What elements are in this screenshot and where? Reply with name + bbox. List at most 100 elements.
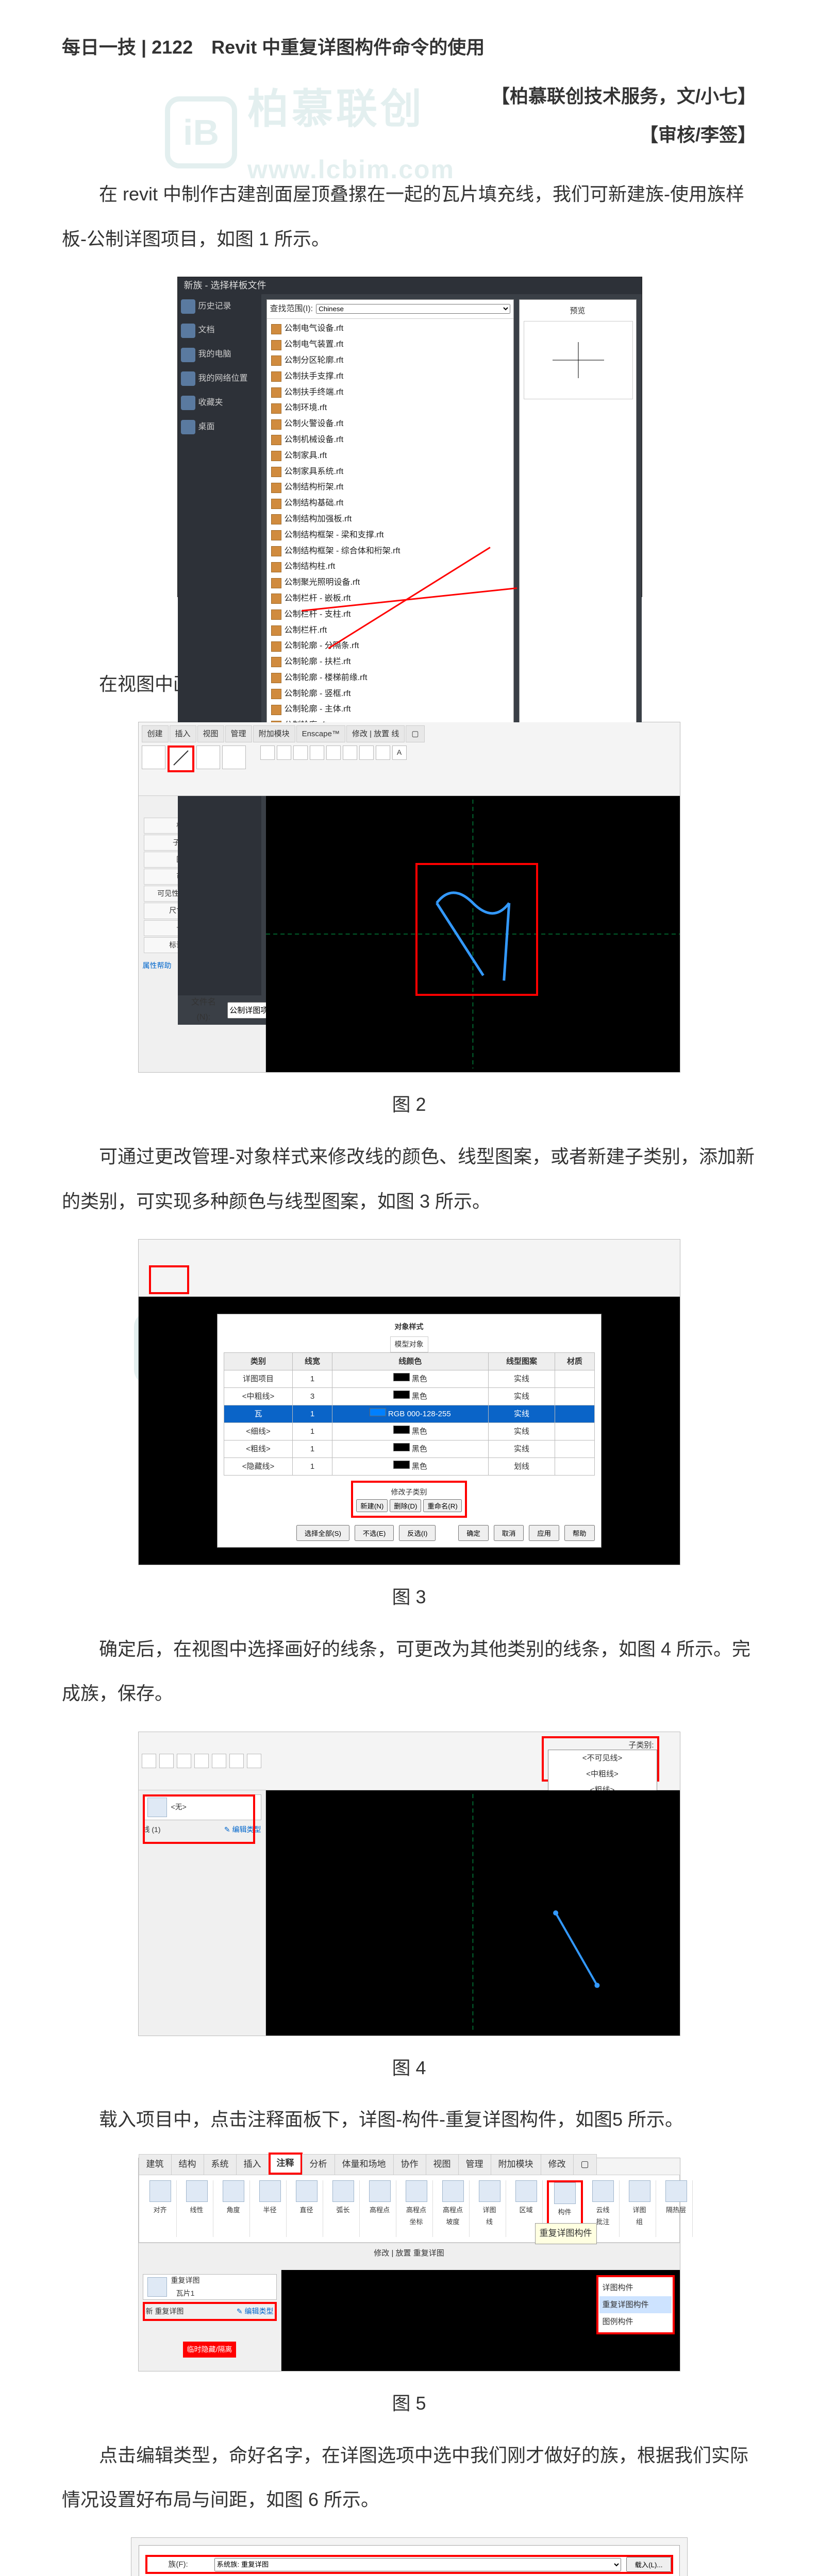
- file-row[interactable]: 公制结构柱.rft: [269, 559, 511, 575]
- ribbon-group[interactable]: 半径: [254, 2180, 287, 2237]
- ribbon-tab[interactable]: 修改 | 放置 线: [346, 725, 405, 742]
- help-button[interactable]: 帮助: [564, 1525, 595, 1541]
- ribbon-tab[interactable]: 创建: [142, 725, 169, 742]
- ribbon-tab[interactable]: 视图: [426, 2154, 459, 2175]
- line-tool-button[interactable]: [168, 745, 194, 772]
- component-menu-item[interactable]: 详图构件: [599, 2279, 672, 2296]
- ribbon-group[interactable]: 线性: [181, 2180, 213, 2237]
- file-row[interactable]: 公制结构基础.rft: [269, 496, 511, 512]
- table-row[interactable]: <细线>1 黑色实线: [224, 1423, 594, 1440]
- generic-tool-icon[interactable]: [222, 745, 246, 769]
- ribbon-tab[interactable]: 分析: [302, 2154, 335, 2175]
- file-row[interactable]: 公制结构框架 - 梁和支撑.rft: [269, 528, 511, 544]
- ribbon-group[interactable]: 高程点 坡度: [437, 2180, 470, 2237]
- file-row[interactable]: 公制结构桁架.rft: [269, 480, 511, 496]
- family-select[interactable]: 系统族: 重复详图: [214, 2558, 622, 2571]
- tool-icon[interactable]: [194, 1754, 209, 1768]
- draw-arc-icon[interactable]: [326, 745, 341, 760]
- ribbon-group[interactable]: 详图 线: [474, 2180, 506, 2237]
- tool-icon[interactable]: [177, 1754, 191, 1768]
- drawing-viewport[interactable]: 详图构件重复详图构件图例构件: [281, 2270, 680, 2371]
- component-menu-item[interactable]: 图例构件: [599, 2313, 672, 2330]
- table-row[interactable]: 详图项目1 黑色实线: [224, 1370, 594, 1388]
- rename-subcategory-button[interactable]: 重命名(R): [423, 1499, 462, 1512]
- places-nav-item[interactable]: 我的电脑: [181, 347, 258, 362]
- places-nav-item[interactable]: 桌面: [181, 420, 258, 435]
- invert-selection-button[interactable]: 反选(I): [399, 1525, 436, 1541]
- places-nav-item[interactable]: 我的网络位置: [181, 371, 258, 386]
- ribbon-tab[interactable]: 管理: [225, 725, 252, 742]
- draw-ellipse-icon[interactable]: [376, 745, 390, 760]
- lookin-select[interactable]: Chinese: [316, 304, 510, 314]
- subcategory-option[interactable]: <中粗线>: [548, 1766, 657, 1782]
- table-row[interactable]: 瓦1 RGB 000-128-255实线: [224, 1405, 594, 1423]
- ribbon-group[interactable]: 直径: [291, 2180, 323, 2237]
- file-row[interactable]: 公制电气装置.rft: [269, 337, 511, 353]
- tool-icon[interactable]: [229, 1754, 244, 1768]
- ribbon-group[interactable]: 弧长: [327, 2180, 360, 2237]
- file-row[interactable]: 公制电气设备.rft: [269, 321, 511, 337]
- ribbon-tab[interactable]: 协作: [393, 2154, 426, 2175]
- apply-button[interactable]: 应用: [529, 1525, 559, 1541]
- file-row[interactable]: 公制轮廓 - 楼梯前缘.rft: [269, 670, 511, 686]
- ribbon-group[interactable]: 隔热层: [660, 2180, 693, 2237]
- table-row[interactable]: <隐藏线>1 黑色划线: [224, 1458, 594, 1476]
- tool-icon[interactable]: [159, 1754, 174, 1768]
- tool-icon[interactable]: [142, 1754, 156, 1768]
- draw-line-icon[interactable]: [260, 745, 275, 760]
- file-row[interactable]: 公制家具.rft: [269, 448, 511, 464]
- file-row[interactable]: 公制轮廓 - 扶栏.rft: [269, 654, 511, 670]
- table-row[interactable]: <中粗线>3 黑色实线: [224, 1388, 594, 1405]
- ribbon-tab[interactable]: 体量和场地: [335, 2154, 394, 2175]
- dialog-tab[interactable]: 模型对象: [390, 1336, 428, 1352]
- draw-text-icon[interactable]: A: [392, 745, 407, 760]
- ribbon-tab[interactable]: 注释: [269, 2153, 303, 2175]
- places-nav-item[interactable]: 文档: [181, 323, 258, 338]
- file-row[interactable]: 公制聚光照明设备.rft: [269, 575, 511, 591]
- draw-arc2-icon[interactable]: [343, 745, 357, 760]
- category-table[interactable]: 类别 线宽 线颜色 线型图案 材质 详图项目1 黑色实线<中粗线>3 黑色实线瓦…: [224, 1352, 595, 1476]
- file-row[interactable]: 公制扶手终端.rft: [269, 385, 511, 401]
- ribbon-tab[interactable]: 管理: [458, 2154, 491, 2175]
- ribbon-tab[interactable]: 附加模块: [253, 725, 295, 742]
- file-row[interactable]: 公制轮廓 - 竖框.rft: [269, 686, 511, 702]
- generic-tool-icon[interactable]: [196, 745, 220, 769]
- ribbon-tab[interactable]: 修改: [541, 2154, 574, 2175]
- tool-icon[interactable]: [247, 1754, 261, 1768]
- ribbon-tab[interactable]: 附加模块: [491, 2154, 541, 2175]
- modify-tool-icon[interactable]: [142, 745, 165, 769]
- select-none-button[interactable]: 不选(E): [355, 1525, 394, 1541]
- file-row[interactable]: 公制栏杆.rft: [269, 623, 511, 639]
- file-row[interactable]: 公制环境.rft: [269, 400, 511, 416]
- ribbon-tab[interactable]: 插入: [236, 2154, 269, 2175]
- places-nav-item[interactable]: 历史记录: [181, 299, 258, 314]
- properties-help-link[interactable]: 属性帮助: [143, 959, 172, 972]
- draw-rect-icon[interactable]: [277, 745, 291, 760]
- subcategory-option[interactable]: <不可见线>: [548, 1750, 657, 1766]
- file-row[interactable]: 公制轮廓 - 主体.rft: [269, 702, 511, 718]
- load-button[interactable]: 载入(L)...: [626, 2557, 671, 2572]
- ribbon-group[interactable]: 角度: [218, 2180, 250, 2237]
- ribbon-group[interactable]: 高程点 坐标: [400, 2180, 433, 2237]
- ribbon-tab[interactable]: 系统: [204, 2154, 237, 2175]
- drawing-viewport[interactable]: [266, 796, 680, 1072]
- ribbon-tab[interactable]: ▢: [406, 725, 424, 742]
- table-row[interactable]: <粗线>1 黑色实线: [224, 1440, 594, 1458]
- edit-type-link[interactable]: ✎ 编辑类型: [237, 2305, 274, 2318]
- ribbon-tab[interactable]: ▢: [573, 2154, 597, 2175]
- component-menu-item[interactable]: 重复详图构件: [599, 2296, 672, 2313]
- file-row[interactable]: 公制扶手支撑.rft: [269, 369, 511, 385]
- cancel-button[interactable]: 取消: [494, 1525, 524, 1541]
- tool-icon[interactable]: [212, 1754, 226, 1768]
- ribbon-tab[interactable]: 结构: [171, 2154, 204, 2175]
- ok-button[interactable]: 确定: [458, 1525, 489, 1541]
- drawing-viewport[interactable]: [266, 1790, 680, 2036]
- draw-spline-icon[interactable]: [359, 745, 374, 760]
- file-row[interactable]: 公制结构加强板.rft: [269, 512, 511, 528]
- file-row[interactable]: 公制家具系统.rft: [269, 464, 511, 480]
- ribbon-tab[interactable]: 视图: [197, 725, 224, 742]
- draw-circle-icon[interactable]: [310, 745, 324, 760]
- ribbon-group[interactable]: 对齐: [144, 2180, 177, 2237]
- ribbon-group[interactable]: 详图 组: [624, 2180, 656, 2237]
- new-subcategory-button[interactable]: 新建(N): [356, 1499, 388, 1512]
